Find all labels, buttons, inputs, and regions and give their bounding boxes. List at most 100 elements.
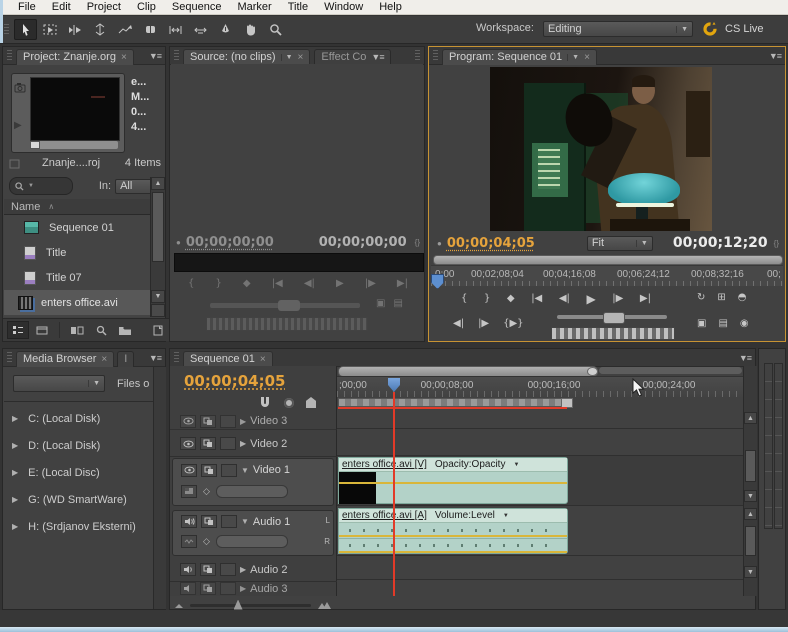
goto-out-button[interactable]: ▶| bbox=[397, 279, 408, 289]
rate-stretch-tool-icon[interactable] bbox=[114, 19, 137, 40]
source-panel-grip-right[interactable] bbox=[415, 49, 420, 62]
source-viewing-area-bar[interactable] bbox=[174, 253, 424, 272]
menu-marker[interactable]: Marker bbox=[229, 1, 279, 13]
collapse-icon[interactable]: ▼ bbox=[241, 466, 249, 475]
list-item[interactable]: Sequence 01 bbox=[4, 215, 150, 240]
menu-clip[interactable]: Clip bbox=[129, 1, 164, 13]
drive-item[interactable]: ▶ D: (Local Disk) bbox=[4, 432, 152, 459]
sync-lock-icon[interactable] bbox=[200, 582, 216, 595]
find-icon[interactable] bbox=[92, 322, 112, 338]
volume-rubber-band[interactable] bbox=[339, 535, 567, 537]
chevron-down-icon[interactable]: ▼ bbox=[567, 53, 579, 61]
source-shuttle[interactable] bbox=[210, 300, 360, 311]
close-icon[interactable]: × bbox=[101, 354, 107, 365]
list-view-icon[interactable] bbox=[7, 321, 29, 339]
drive-item[interactable]: ▶ E: (Local Disc) bbox=[4, 459, 152, 486]
track-lock-toggle[interactable] bbox=[220, 437, 236, 450]
preview-play-icon[interactable]: ▶ bbox=[14, 120, 29, 131]
source-jog[interactable] bbox=[206, 317, 368, 331]
scroll-down-icon[interactable]: ▼ bbox=[744, 490, 757, 502]
search-options-icon[interactable]: ▼ bbox=[28, 183, 34, 189]
toolbar-grip[interactable] bbox=[4, 23, 9, 36]
audio1-lane[interactable]: enters office.avi [A] Volume:Level ▼ bbox=[337, 508, 743, 556]
step-back-button[interactable]: ◀| bbox=[559, 294, 570, 304]
scroll-down-icon[interactable]: ▼ bbox=[151, 290, 165, 303]
audio3-lane[interactable] bbox=[337, 580, 743, 594]
selection-tool-icon[interactable] bbox=[14, 19, 37, 40]
set-out-button[interactable]: } bbox=[484, 294, 490, 304]
expand-icon[interactable]: ▶ bbox=[240, 439, 246, 448]
poster-frame-icon[interactable] bbox=[14, 82, 27, 93]
track-fade-slider[interactable] bbox=[215, 535, 288, 548]
expand-icon[interactable]: ▶ bbox=[240, 565, 246, 574]
track-lock-toggle[interactable] bbox=[220, 582, 236, 595]
audio-clip[interactable]: enters office.avi [A] Volume:Level ▼ bbox=[338, 508, 568, 554]
track-select-tool-icon[interactable] bbox=[39, 19, 62, 40]
scroll-up-icon[interactable]: ▲ bbox=[744, 412, 757, 424]
program-current-timecode[interactable]: 00;00;04;05 bbox=[447, 236, 535, 251]
chevron-down-icon[interactable]: ▼ bbox=[503, 513, 509, 519]
zoom-in-icon[interactable] bbox=[317, 601, 332, 610]
work-area-bar[interactable] bbox=[338, 398, 573, 408]
sync-lock-icon[interactable] bbox=[201, 463, 217, 477]
expand-icon[interactable]: ▶ bbox=[12, 522, 18, 531]
project-panel-grip[interactable] bbox=[7, 49, 12, 62]
play-in-out-button[interactable]: {▶} bbox=[503, 319, 523, 329]
step-forward-button[interactable]: |▶ bbox=[612, 294, 623, 304]
list-item[interactable]: Title bbox=[4, 240, 150, 265]
expand-icon[interactable]: ▶ bbox=[240, 584, 246, 593]
zoom-tool-icon[interactable] bbox=[264, 19, 287, 40]
expand-icon[interactable]: ▶ bbox=[240, 417, 246, 426]
workspace-dropdown[interactable]: Editing ▼ bbox=[543, 21, 693, 37]
close-icon[interactable]: × bbox=[260, 354, 266, 365]
toggle-track-output-icon[interactable] bbox=[181, 463, 197, 477]
scroll-up-icon[interactable]: ▲ bbox=[744, 508, 757, 520]
search-input[interactable]: ▼ bbox=[9, 177, 73, 195]
list-item[interactable]: Title 07 bbox=[4, 265, 150, 290]
collapse-icon[interactable]: ▼ bbox=[241, 517, 249, 526]
safe-margins-button[interactable]: ⊞ bbox=[717, 293, 725, 303]
toggle-track-output-speaker-icon[interactable] bbox=[180, 582, 196, 595]
panel-menu-icon[interactable]: ▼≡ bbox=[149, 353, 162, 363]
zoom-slider[interactable] bbox=[190, 599, 311, 610]
drive-item[interactable]: ▶ G: (WD SmartWare) bbox=[4, 486, 152, 513]
loop-button[interactable]: ↻ bbox=[697, 293, 705, 303]
audio2-lane[interactable] bbox=[337, 556, 743, 580]
audio-clip-effect-badge[interactable]: Volume:Level bbox=[435, 510, 495, 521]
drive-item[interactable]: ▶ H: (Srdjanov Eksterni) bbox=[4, 513, 152, 540]
tab-sequence-01[interactable]: Sequence 01 × bbox=[183, 350, 273, 367]
panel-menu-icon[interactable]: ▼≡ bbox=[769, 51, 782, 61]
close-icon[interactable]: × bbox=[121, 52, 127, 63]
menu-window[interactable]: Window bbox=[316, 1, 371, 13]
menu-title[interactable]: Title bbox=[280, 1, 316, 13]
toggle-track-output-speaker-icon[interactable] bbox=[181, 515, 197, 528]
scroll-up-icon[interactable]: ▲ bbox=[151, 177, 165, 190]
marker-button[interactable]: ◆ bbox=[507, 294, 515, 304]
close-icon[interactable]: × bbox=[584, 52, 590, 63]
program-ruler[interactable]: 0;00 00;02;08;04 00;04;16;08 00;06;24;12… bbox=[431, 265, 783, 289]
timeline-grip[interactable] bbox=[174, 351, 179, 364]
chevron-down-icon[interactable]: ▼ bbox=[280, 53, 293, 61]
video1-lane[interactable]: enters office.avi [V] Opacity:Opacity ▼ bbox=[337, 456, 743, 506]
goto-prev-edit-button[interactable]: ◀| bbox=[453, 319, 464, 329]
new-bin-icon[interactable] bbox=[114, 322, 136, 338]
close-icon[interactable]: × bbox=[298, 52, 304, 63]
show-keyframes-icon[interactable]: ◇ bbox=[203, 486, 210, 497]
fit-dropdown[interactable]: Fit ▼ bbox=[586, 235, 653, 251]
sync-lock-icon[interactable] bbox=[200, 437, 216, 450]
cs-live-button[interactable]: CS Live bbox=[702, 20, 764, 37]
track-lock-toggle[interactable] bbox=[220, 563, 236, 576]
drive-item[interactable]: ▶ C: (Local Disk) bbox=[4, 405, 152, 432]
volume-rubber-band[interactable] bbox=[339, 551, 567, 553]
tab-program[interactable]: Program: Sequence 01 ▼ × bbox=[442, 48, 597, 65]
slide-tool-icon[interactable] bbox=[189, 19, 212, 40]
set-display-style-icon[interactable] bbox=[181, 484, 197, 498]
expand-icon[interactable]: ▶ bbox=[12, 495, 18, 504]
source-current-timecode[interactable]: 00;00;00;00 bbox=[186, 235, 274, 250]
track-lock-toggle[interactable] bbox=[221, 515, 237, 528]
insert-button[interactable]: ▣ bbox=[376, 299, 385, 309]
timeline-current-timecode[interactable]: 00;00;04;05 bbox=[184, 372, 286, 390]
menu-project[interactable]: Project bbox=[79, 1, 129, 13]
overlay-button[interactable]: ▤ bbox=[393, 299, 402, 309]
timeline-vscrollbars[interactable]: ▲ ▼ ▲ ▼ bbox=[743, 366, 757, 596]
